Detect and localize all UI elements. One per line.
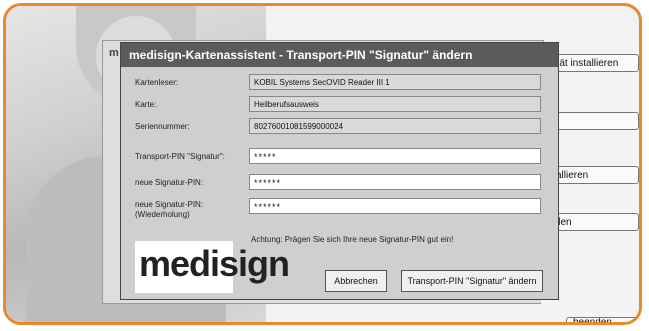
new-pin-repeat-label-line1: neue Signatur-PIN: [135,200,204,209]
settings-button[interactable]: llen [549,213,639,231]
transport-pin-input[interactable]: ***** [249,148,541,164]
medisign-logo: medisign [135,241,290,293]
exit-button[interactable]: beenden [566,317,638,322]
background-window-title-char: m [109,47,119,59]
screenshot-frame: m rät installieren allieren llen beenden… [3,3,642,325]
medisign-logo-text: medisign [139,243,290,284]
change-pin-button[interactable]: Transport-PIN "Signatur" ändern [401,270,543,292]
new-pin-repeat-input[interactable]: ****** [249,198,541,214]
card-label: Karte: [135,100,157,109]
install-device-button[interactable]: rät installieren [549,54,639,72]
transport-pin-label: Transport-PIN "Signatur": [135,152,225,161]
card-field: Heilberufsausweis [249,96,541,112]
new-pin-input[interactable]: ****** [249,174,541,190]
new-pin-repeat-label: neue Signatur-PIN: (Wiederholung) [135,200,203,220]
serial-field: 80276001081599000024 [249,118,541,134]
new-pin-label: neue Signatur-PIN: [135,178,204,187]
pin-change-dialog: medisign-Kartenassistent - Transport-PIN… [120,42,559,300]
cancel-button[interactable]: Abbrechen [325,270,387,292]
dialog-title: medisign-Kartenassistent - Transport-PIN… [121,43,558,67]
new-pin-repeat-label-line2: (Wiederholung) [135,210,190,219]
card-reader-field: KOBIL Systems SecOVID Reader III 1 [249,74,541,90]
serial-label: Seriennummer: [135,122,190,131]
side-field[interactable] [549,112,639,130]
install-button[interactable]: allieren [549,166,639,184]
card-reader-label: Kartenleser: [135,78,179,87]
